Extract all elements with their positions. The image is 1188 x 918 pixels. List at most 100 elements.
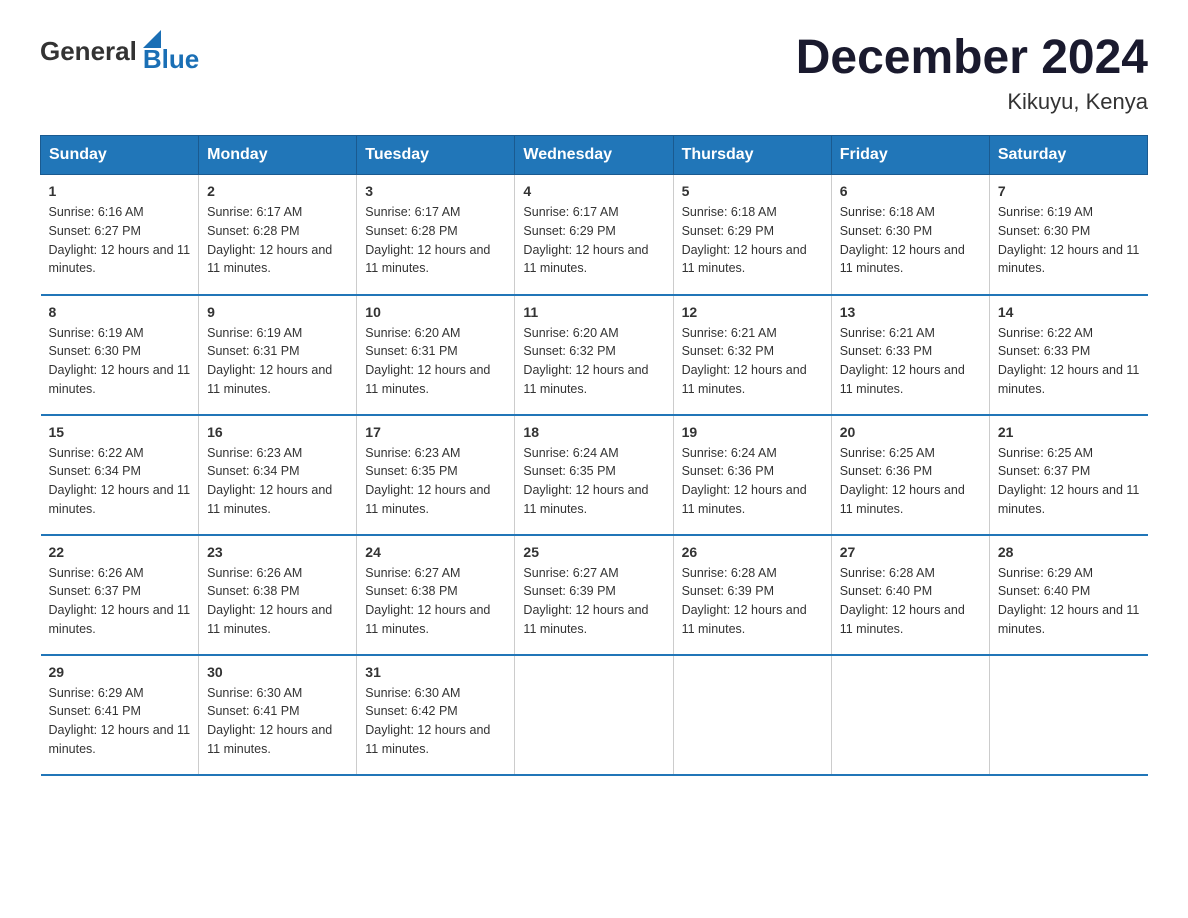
weekday-header-monday: Monday [199,136,357,175]
day-info: Sunrise: 6:24 AMSunset: 6:36 PMDaylight:… [682,446,807,516]
calendar-day-cell: 27 Sunrise: 6:28 AMSunset: 6:40 PMDaylig… [831,535,989,655]
day-number: 28 [998,544,1140,560]
calendar-day-cell: 1 Sunrise: 6:16 AMSunset: 6:27 PMDayligh… [41,175,199,295]
calendar-day-cell: 13 Sunrise: 6:21 AMSunset: 6:33 PMDaylig… [831,295,989,415]
day-info: Sunrise: 6:20 AMSunset: 6:32 PMDaylight:… [523,326,648,396]
calendar-table: SundayMondayTuesdayWednesdayThursdayFrid… [40,135,1148,776]
day-number: 5 [682,183,823,199]
day-info: Sunrise: 6:22 AMSunset: 6:33 PMDaylight:… [998,326,1140,396]
day-info: Sunrise: 6:17 AMSunset: 6:28 PMDaylight:… [365,205,490,275]
calendar-day-cell: 17 Sunrise: 6:23 AMSunset: 6:35 PMDaylig… [357,415,515,535]
calendar-day-cell: 3 Sunrise: 6:17 AMSunset: 6:28 PMDayligh… [357,175,515,295]
calendar-day-cell: 7 Sunrise: 6:19 AMSunset: 6:30 PMDayligh… [989,175,1147,295]
day-number: 7 [998,183,1140,199]
title-section: December 2024 Kikuyu, Kenya [796,30,1148,115]
day-info: Sunrise: 6:27 AMSunset: 6:39 PMDaylight:… [523,566,648,636]
calendar-day-cell: 2 Sunrise: 6:17 AMSunset: 6:28 PMDayligh… [199,175,357,295]
logo-blue: Blue [143,46,199,72]
day-number: 27 [840,544,981,560]
day-number: 25 [523,544,664,560]
day-number: 2 [207,183,348,199]
weekday-header-friday: Friday [831,136,989,175]
calendar-day-cell: 24 Sunrise: 6:27 AMSunset: 6:38 PMDaylig… [357,535,515,655]
day-number: 9 [207,304,348,320]
calendar-day-cell [831,655,989,775]
day-number: 21 [998,424,1140,440]
page-header: General Blue December 2024 Kikuyu, Kenya [40,30,1148,115]
calendar-subtitle: Kikuyu, Kenya [796,89,1148,115]
day-info: Sunrise: 6:29 AMSunset: 6:40 PMDaylight:… [998,566,1140,636]
weekday-header-thursday: Thursday [673,136,831,175]
day-number: 13 [840,304,981,320]
weekday-header-wednesday: Wednesday [515,136,673,175]
day-info: Sunrise: 6:17 AMSunset: 6:28 PMDaylight:… [207,205,332,275]
day-info: Sunrise: 6:25 AMSunset: 6:37 PMDaylight:… [998,446,1140,516]
calendar-day-cell: 30 Sunrise: 6:30 AMSunset: 6:41 PMDaylig… [199,655,357,775]
calendar-day-cell: 11 Sunrise: 6:20 AMSunset: 6:32 PMDaylig… [515,295,673,415]
day-info: Sunrise: 6:18 AMSunset: 6:30 PMDaylight:… [840,205,965,275]
day-number: 20 [840,424,981,440]
calendar-day-cell [673,655,831,775]
weekday-header-sunday: Sunday [41,136,199,175]
day-info: Sunrise: 6:19 AMSunset: 6:30 PMDaylight:… [998,205,1140,275]
day-number: 11 [523,304,664,320]
day-number: 22 [49,544,191,560]
day-info: Sunrise: 6:21 AMSunset: 6:33 PMDaylight:… [840,326,965,396]
day-number: 4 [523,183,664,199]
calendar-day-cell: 12 Sunrise: 6:21 AMSunset: 6:32 PMDaylig… [673,295,831,415]
day-number: 30 [207,664,348,680]
calendar-day-cell [515,655,673,775]
calendar-day-cell: 8 Sunrise: 6:19 AMSunset: 6:30 PMDayligh… [41,295,199,415]
calendar-day-cell: 18 Sunrise: 6:24 AMSunset: 6:35 PMDaylig… [515,415,673,535]
calendar-week-row: 15 Sunrise: 6:22 AMSunset: 6:34 PMDaylig… [41,415,1148,535]
day-number: 6 [840,183,981,199]
calendar-day-cell: 19 Sunrise: 6:24 AMSunset: 6:36 PMDaylig… [673,415,831,535]
weekday-header-tuesday: Tuesday [357,136,515,175]
calendar-title: December 2024 [796,30,1148,85]
day-number: 17 [365,424,506,440]
calendar-day-cell [989,655,1147,775]
day-number: 18 [523,424,664,440]
calendar-week-row: 1 Sunrise: 6:16 AMSunset: 6:27 PMDayligh… [41,175,1148,295]
day-info: Sunrise: 6:24 AMSunset: 6:35 PMDaylight:… [523,446,648,516]
day-number: 16 [207,424,348,440]
day-number: 26 [682,544,823,560]
day-info: Sunrise: 6:29 AMSunset: 6:41 PMDaylight:… [49,686,191,756]
day-number: 1 [49,183,191,199]
day-info: Sunrise: 6:18 AMSunset: 6:29 PMDaylight:… [682,205,807,275]
day-info: Sunrise: 6:23 AMSunset: 6:34 PMDaylight:… [207,446,332,516]
calendar-week-row: 8 Sunrise: 6:19 AMSunset: 6:30 PMDayligh… [41,295,1148,415]
day-number: 29 [49,664,191,680]
day-info: Sunrise: 6:20 AMSunset: 6:31 PMDaylight:… [365,326,490,396]
day-info: Sunrise: 6:19 AMSunset: 6:31 PMDaylight:… [207,326,332,396]
calendar-day-cell: 10 Sunrise: 6:20 AMSunset: 6:31 PMDaylig… [357,295,515,415]
day-number: 23 [207,544,348,560]
day-info: Sunrise: 6:22 AMSunset: 6:34 PMDaylight:… [49,446,191,516]
day-info: Sunrise: 6:17 AMSunset: 6:29 PMDaylight:… [523,205,648,275]
day-info: Sunrise: 6:23 AMSunset: 6:35 PMDaylight:… [365,446,490,516]
day-number: 14 [998,304,1140,320]
day-info: Sunrise: 6:26 AMSunset: 6:38 PMDaylight:… [207,566,332,636]
calendar-day-cell: 20 Sunrise: 6:25 AMSunset: 6:36 PMDaylig… [831,415,989,535]
logo: General Blue [40,30,199,72]
day-info: Sunrise: 6:26 AMSunset: 6:37 PMDaylight:… [49,566,191,636]
day-number: 31 [365,664,506,680]
day-info: Sunrise: 6:19 AMSunset: 6:30 PMDaylight:… [49,326,191,396]
day-info: Sunrise: 6:25 AMSunset: 6:36 PMDaylight:… [840,446,965,516]
calendar-day-cell: 23 Sunrise: 6:26 AMSunset: 6:38 PMDaylig… [199,535,357,655]
day-info: Sunrise: 6:21 AMSunset: 6:32 PMDaylight:… [682,326,807,396]
weekday-header-saturday: Saturday [989,136,1147,175]
day-info: Sunrise: 6:28 AMSunset: 6:39 PMDaylight:… [682,566,807,636]
day-info: Sunrise: 6:28 AMSunset: 6:40 PMDaylight:… [840,566,965,636]
day-number: 8 [49,304,191,320]
calendar-day-cell: 4 Sunrise: 6:17 AMSunset: 6:29 PMDayligh… [515,175,673,295]
calendar-day-cell: 14 Sunrise: 6:22 AMSunset: 6:33 PMDaylig… [989,295,1147,415]
calendar-day-cell: 22 Sunrise: 6:26 AMSunset: 6:37 PMDaylig… [41,535,199,655]
day-number: 15 [49,424,191,440]
day-number: 19 [682,424,823,440]
calendar-day-cell: 28 Sunrise: 6:29 AMSunset: 6:40 PMDaylig… [989,535,1147,655]
weekday-header-row: SundayMondayTuesdayWednesdayThursdayFrid… [41,136,1148,175]
day-info: Sunrise: 6:16 AMSunset: 6:27 PMDaylight:… [49,205,191,275]
calendar-day-cell: 31 Sunrise: 6:30 AMSunset: 6:42 PMDaylig… [357,655,515,775]
day-info: Sunrise: 6:30 AMSunset: 6:41 PMDaylight:… [207,686,332,756]
